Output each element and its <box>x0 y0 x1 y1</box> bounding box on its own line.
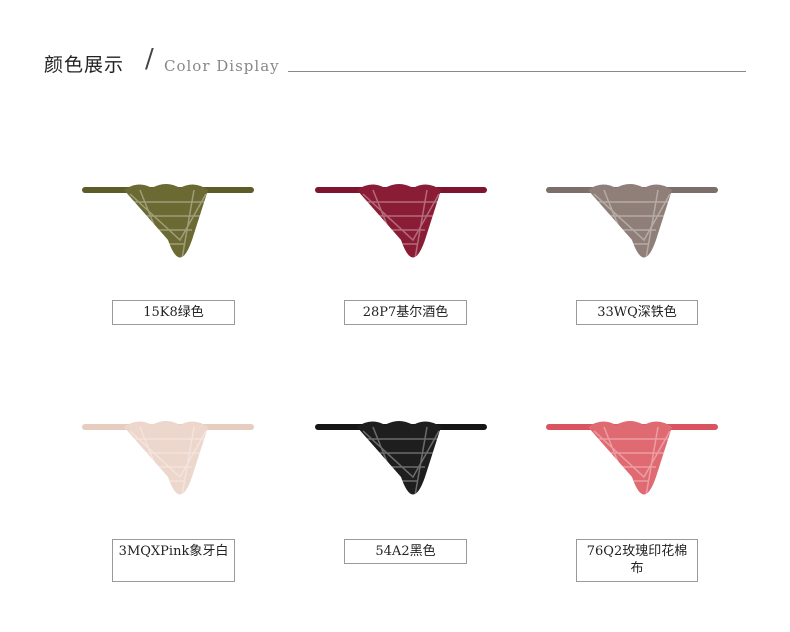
swatch-label: 76Q2玫瑰印花棉布 <box>576 539 698 582</box>
header-rule <box>288 71 746 72</box>
title-divider: / <box>145 44 154 74</box>
garment-image <box>315 421 487 508</box>
garment-image <box>82 184 254 271</box>
garment-image <box>315 184 487 271</box>
garment-image <box>546 184 718 271</box>
section-header: 颜色展示 / Color Display <box>44 44 746 80</box>
garment-image <box>82 421 254 508</box>
swatch-label: 54A2黑色 <box>344 539 467 564</box>
swatch-label: 15K8绿色 <box>112 300 235 325</box>
garment-image <box>546 421 718 508</box>
swatch-label: 3MQXPink象牙白 <box>112 539 235 582</box>
swatch-label: 33WQ深铁色 <box>576 300 698 325</box>
section-title-en: Color Display <box>164 57 280 75</box>
swatch-label: 28P7基尔酒色 <box>344 300 467 325</box>
section-title-cn: 颜色展示 <box>44 54 125 76</box>
